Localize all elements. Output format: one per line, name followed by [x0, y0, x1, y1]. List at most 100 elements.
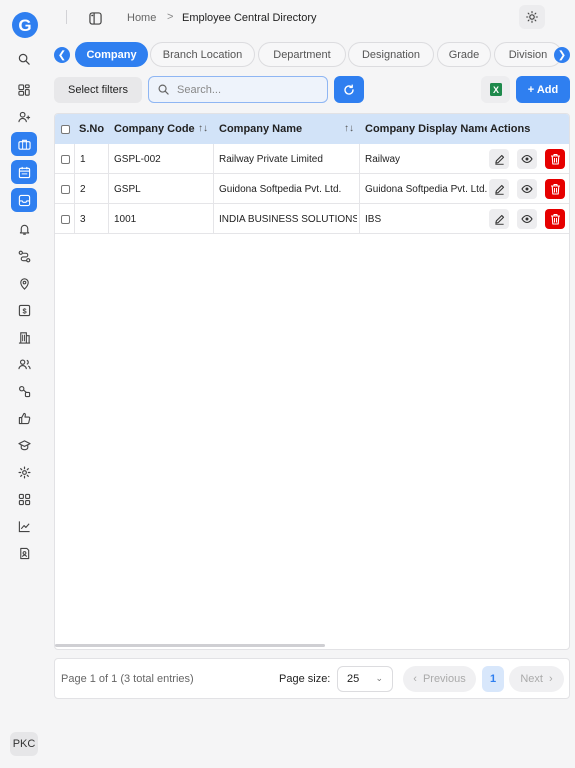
tab-scroll-left-button[interactable]: ❮	[54, 47, 70, 63]
sort-icon[interactable]: ↑↓	[344, 123, 354, 134]
bell-icon	[19, 224, 29, 235]
chevron-right-icon: ›	[548, 673, 553, 685]
export-excel-button[interactable]: X	[481, 76, 510, 103]
sidebar-item-inbox[interactable]	[11, 188, 37, 212]
refresh-icon	[344, 84, 354, 95]
page-number-button[interactable]: 1	[482, 666, 504, 692]
search-icon	[158, 84, 169, 95]
cell-company-name: Railway Private Limited	[219, 153, 323, 165]
app-logo[interactable]: G	[11, 11, 39, 39]
cell-company-code: GSPL	[114, 183, 141, 195]
column-header-company-display-name[interactable]: Company Display Name	[365, 114, 487, 144]
edit-button[interactable]	[489, 209, 509, 229]
delete-button[interactable]	[545, 149, 565, 169]
tab-designation[interactable]: Designation	[348, 42, 434, 67]
cell-sno: 1	[80, 153, 86, 165]
table-row[interactable]: 1 GSPL-002 Railway Private Limited Railway	[55, 144, 569, 174]
sidebar: G $ PKC	[0, 0, 48, 768]
column-header-company-code[interactable]: Company Code	[114, 114, 195, 144]
sidebar-item-chart[interactable]	[11, 514, 37, 538]
eye-icon	[521, 154, 533, 164]
edit-icon	[494, 154, 504, 165]
table-row[interactable]: 2 GSPL Guidona Softpedia Pvt. Ltd. Guidona …	[55, 174, 569, 204]
chevron-left-icon: ❮	[57, 49, 67, 61]
table-header: S.No Company Code ↑↓ Company Name ↑↓ Com…	[55, 114, 569, 144]
sidebar-item-graduation-cap[interactable]	[11, 433, 37, 457]
add-button[interactable]: + Add	[516, 76, 570, 103]
chevron-left-icon: ‹	[413, 673, 417, 685]
delete-button[interactable]	[545, 209, 565, 229]
view-button[interactable]	[517, 209, 537, 229]
cell-company-name: INDIA BUSINESS SOLUTIONS	[219, 213, 357, 225]
chart-icon	[18, 520, 30, 532]
refresh-button[interactable]	[334, 76, 364, 103]
trash-icon	[550, 214, 560, 225]
pagination-bar: Page 1 of 1 (3 total entries) Page size:…	[54, 658, 570, 699]
delete-button[interactable]	[545, 179, 565, 199]
sidebar-item-dashboard[interactable]	[11, 78, 37, 102]
tab-grade[interactable]: Grade	[437, 42, 491, 67]
sidebar-item-add-user[interactable]	[11, 105, 37, 129]
sort-icon[interactable]: ↑↓	[198, 123, 208, 134]
toggle-sidebar-button[interactable]	[84, 8, 106, 28]
sidebar-item-contact[interactable]	[11, 541, 37, 565]
user-avatar[interactable]: PKC	[10, 732, 38, 756]
sidebar-item-route[interactable]	[11, 244, 37, 268]
tab-division[interactable]: Division	[494, 42, 562, 67]
cell-sno: 3	[80, 213, 86, 225]
gear-icon	[18, 466, 30, 478]
sidebar-item-apps[interactable]	[11, 487, 37, 511]
tab-branch-location[interactable]: Branch Location	[150, 42, 255, 67]
select-all-checkbox[interactable]	[61, 114, 70, 144]
graduation-cap-icon	[17, 439, 31, 450]
inbox-icon	[18, 194, 30, 206]
sidebar-item-briefcase[interactable]	[11, 132, 37, 156]
add-user-icon	[17, 111, 30, 122]
view-button[interactable]	[517, 149, 537, 169]
select-filters-button[interactable]: Select filters	[54, 77, 142, 103]
row-checkbox[interactable]	[61, 204, 70, 234]
column-header-actions: Actions	[490, 123, 531, 135]
briefcase-icon	[17, 139, 31, 150]
panel-icon	[88, 11, 102, 25]
top-bar: Home > Employee Central Directory	[48, 0, 575, 36]
sidebar-item-thumbs-up[interactable]	[11, 406, 37, 430]
column-header-company-name[interactable]: Company Name	[219, 114, 302, 144]
theme-toggle-button[interactable]	[519, 5, 545, 29]
row-checkbox[interactable]	[61, 144, 70, 174]
entries-summary: Page 1 of 1 (3 total entries)	[61, 673, 194, 685]
svg-text:$: $	[22, 306, 27, 315]
chevron-down-icon: ⌄	[375, 673, 383, 683]
tab-scroll-right-button[interactable]: ❯	[554, 47, 570, 63]
sidebar-item-money[interactable]: $	[11, 298, 37, 322]
horizontal-scrollbar[interactable]	[55, 644, 325, 647]
next-page-button[interactable]: Next ›	[509, 666, 564, 692]
sidebar-item-workflow[interactable]	[11, 379, 37, 403]
table-row[interactable]: 3 1001 INDIA BUSINESS SOLUTIONS IBS	[55, 204, 569, 234]
sidebar-item-users[interactable]	[11, 352, 37, 376]
search-icon	[18, 53, 30, 65]
breadcrumb-home[interactable]: Home	[127, 12, 156, 24]
breadcrumb-separator: >	[167, 11, 174, 23]
trash-icon	[550, 184, 560, 195]
sidebar-item-search[interactable]	[11, 47, 37, 71]
route-icon	[18, 250, 30, 262]
sidebar-item-gear[interactable]	[11, 460, 37, 484]
sidebar-item-calendar[interactable]	[11, 160, 37, 184]
edit-button[interactable]	[489, 149, 509, 169]
dashboard-icon	[17, 83, 30, 96]
sidebar-item-location-pin[interactable]	[11, 271, 37, 295]
edit-icon	[494, 214, 504, 225]
page-size-select[interactable]: 25 ⌄	[337, 666, 393, 692]
tab-company[interactable]: Company	[75, 42, 148, 67]
search-input[interactable]	[177, 81, 322, 99]
previous-page-button[interactable]: ‹ Previous	[403, 666, 476, 692]
edit-button[interactable]	[489, 179, 509, 199]
tab-department[interactable]: Department	[258, 42, 346, 67]
sidebar-item-bell[interactable]	[11, 217, 37, 241]
divider	[66, 10, 67, 24]
view-button[interactable]	[517, 179, 537, 199]
search-box[interactable]	[148, 76, 328, 103]
row-checkbox[interactable]	[61, 174, 70, 204]
sidebar-item-building[interactable]	[11, 325, 37, 349]
